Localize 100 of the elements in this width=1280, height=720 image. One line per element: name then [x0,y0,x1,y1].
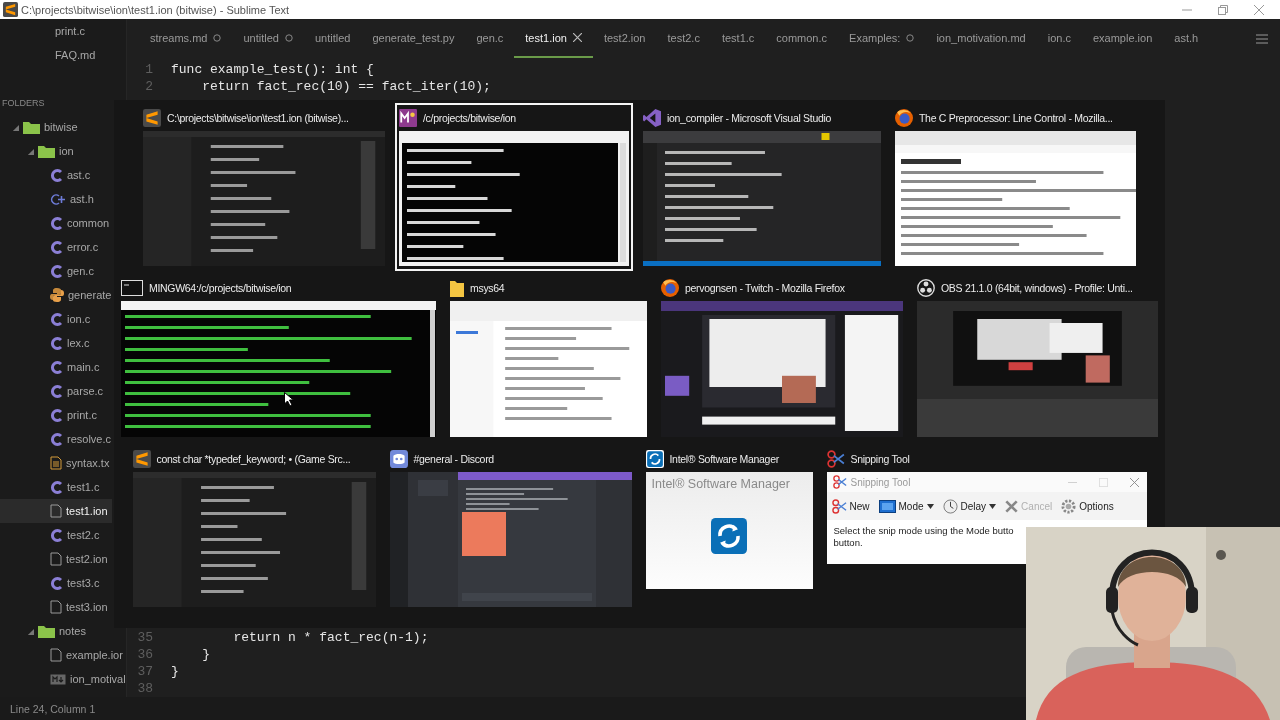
c-file-icon [50,408,63,422]
file-item[interactable]: ast.c [0,163,95,187]
tab[interactable]: untitled [232,19,304,58]
file-item[interactable]: ast.h [0,187,98,211]
tab[interactable]: example.ion [1081,19,1164,58]
window-tile[interactable]: OBS 21.1.0 (64bit, windows) - Profile: Unti... [913,273,1162,442]
line-number: 1 [144,62,153,77]
window-tile[interactable]: const char *typedef_keyword; • (Game Src... [128,444,380,612]
tab[interactable]: test2.c [656,19,711,58]
browser-icon [661,279,679,297]
expand-arrow-icon[interactable] [27,147,34,155]
file-icon [50,648,62,662]
file-item[interactable]: print.c [0,403,101,427]
message-text: button. [832,537,864,549]
folder-name[interactable]: notes [59,625,86,637]
line-number: 37 [136,664,153,679]
line-number: 38 [136,681,153,696]
c-file-icon [50,576,63,590]
tab[interactable]: gen.c [465,19,515,58]
tab[interactable]: ast.h [1163,19,1210,58]
tab[interactable]: streams.md [139,19,233,58]
unsaved-dot-icon [213,33,222,42]
window-title: Snipping Tool [850,476,911,488]
file-item[interactable]: resolve.c [0,427,116,451]
window-tile[interactable]: Intel® Software Manager Intel® Software Manager [641,444,817,594]
file-icon [50,552,62,566]
file-item[interactable]: error.c [0,235,103,259]
file-item[interactable]: test3.c [0,571,104,595]
scissors-icon [831,498,847,514]
menu-icon[interactable] [1256,33,1268,44]
window-tile[interactable]: C:\projects\bitwise\ion\test1.ion (bitwise)... [139,103,389,271]
file-item[interactable]: common [0,211,114,235]
tab[interactable]: untitled [303,19,362,58]
file-item[interactable]: generate [0,283,116,307]
line-number: 36 [136,647,153,662]
window-tile[interactable]: MINGW64:/c/projects/bitwise/ion [117,273,440,442]
window-tile[interactable]: ion_compiler - Microsoft Visual Studio [639,103,885,271]
c-file-icon [50,168,63,182]
c-file-icon [50,528,63,542]
tab[interactable]: ion_motivation.md [925,19,1037,58]
c-file-icon [50,312,63,326]
open-file-item[interactable]: FAQ.md [0,49,96,61]
c-file-icon [50,360,63,374]
file-item[interactable]: test1.ion [0,499,112,523]
expand-arrow-icon[interactable] [12,123,19,131]
toolbar-button[interactable]: New [829,498,872,514]
file-item[interactable]: test2.c [0,523,104,547]
toolbar-button[interactable]: Delay [940,498,999,514]
toolbar-button[interactable]: Mode [876,499,936,513]
refresh-icon [711,518,747,554]
code-line: } [201,647,210,662]
browser-icon [895,109,913,127]
app-icon [132,450,151,468]
folder-icon [38,624,55,638]
file-item[interactable]: test3.ion [0,595,112,619]
tab[interactable]: test2.ion [592,19,657,58]
unsaved-dot-icon [906,33,915,42]
window-tile[interactable]: #general - Discord [385,444,636,612]
pointer-icon [284,392,294,407]
close-icon[interactable] [572,33,582,42]
window-tile[interactable]: /c/projects/bitwise/ion [395,103,633,271]
tab[interactable]: common.c [765,19,839,58]
expand-arrow-icon[interactable] [27,627,34,635]
file-item[interactable]: test1.c [0,475,104,499]
tab[interactable]: test1.ion [514,19,593,58]
open-file-item[interactable]: print.c [0,25,85,37]
file-item[interactable]: example.ior [0,643,126,667]
code-line: return fact_rec(10) == fact_iter(10); [201,79,491,94]
tab[interactable]: test1.c [710,19,766,58]
file-item[interactable]: syntax.tx [0,451,114,475]
file-item[interactable]: gen.c [0,259,98,283]
app-title: Intel® Software Manager [650,476,791,493]
line-number: 2 [144,79,153,94]
file-item[interactable]: test2.ion [0,547,112,571]
window-tile[interactable]: msys64 [446,273,651,442]
scissors-icon [826,450,845,468]
window-tile[interactable]: pervognsen - Twitch - Mozilla Firefox [657,273,907,442]
tab[interactable]: generate_test.py [361,19,466,58]
refresh-icon [645,450,664,468]
c-file-icon [50,216,63,230]
c-file-icon [50,432,63,446]
terminal-icon [121,280,143,296]
status-text: Line 24, Column 1 [10,702,96,715]
folder-name[interactable]: ion [59,145,74,157]
window-tile[interactable]: The C Preprocessor: Line Control - Mozilla... [891,103,1140,271]
file-item[interactable]: ion_motival [0,667,126,691]
restore-icon[interactable] [1218,4,1228,15]
file-item[interactable]: ion.c [0,307,95,331]
folder-name[interactable]: bitwise [44,121,78,133]
toolbar-button[interactable]: Options [1059,498,1116,514]
tab[interactable]: ion.c [1036,19,1082,58]
c-file-icon [50,240,63,254]
c-file-icon [50,480,63,494]
gear-icon [1061,498,1077,514]
text-file-icon [50,456,62,470]
file-item[interactable]: lex.c [0,331,94,355]
tab[interactable]: Examples: [838,19,926,58]
window-title: C:\projects\bitwise\ion\test1.ion (bitwise) - Sublime Text [21,3,290,16]
file-item[interactable]: parse.c [0,379,108,403]
file-item[interactable]: main.c [0,355,104,379]
